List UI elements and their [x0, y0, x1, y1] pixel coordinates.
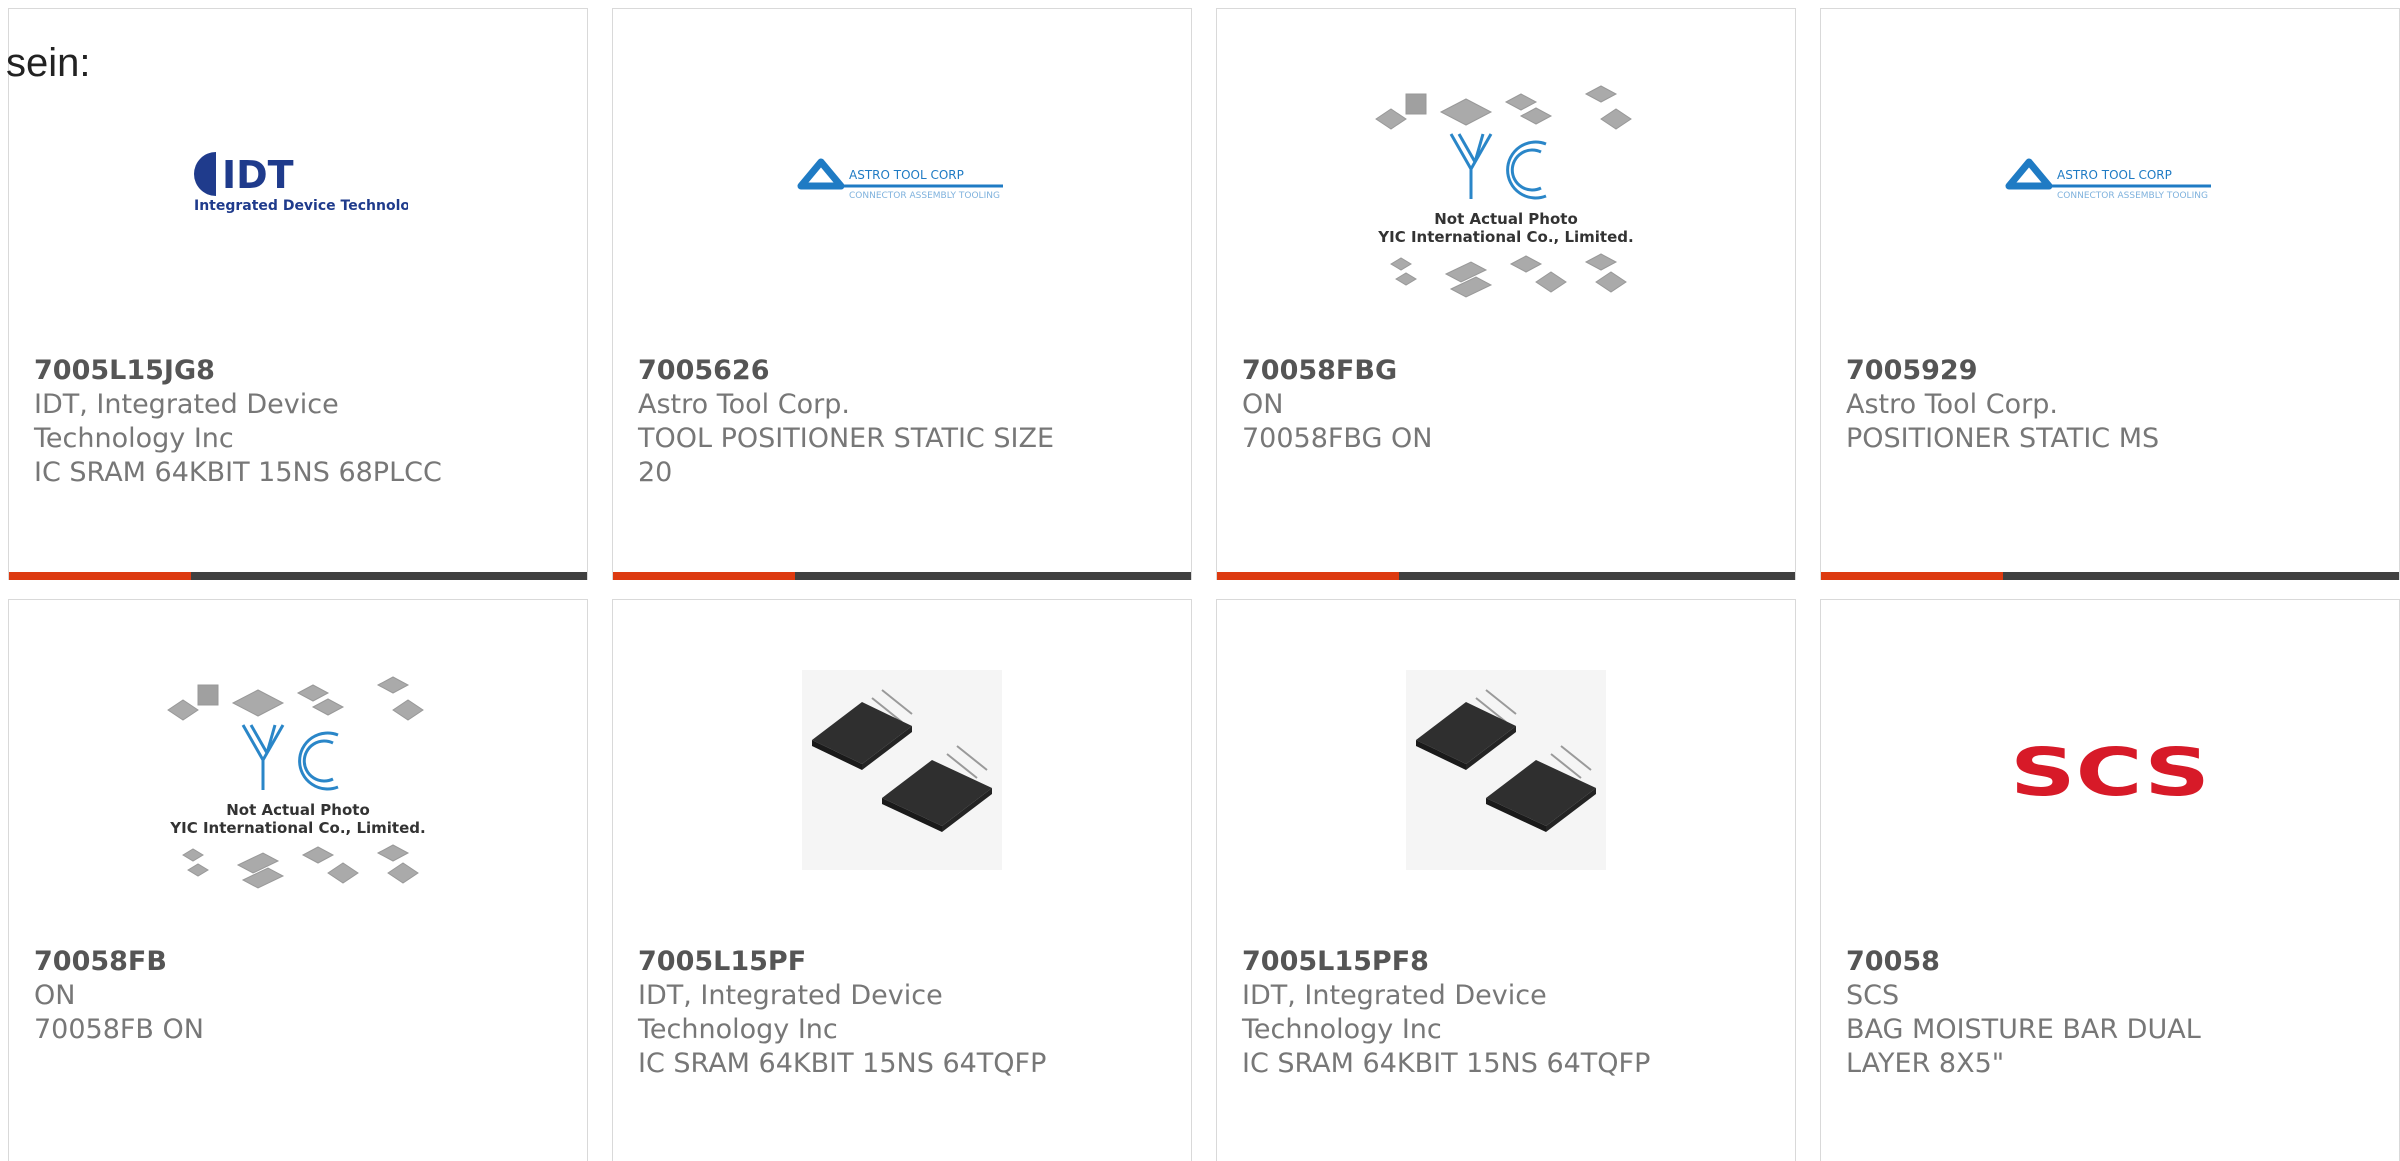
product-card[interactable]: 7005L15PF IDT, Integrated Device Technol… — [612, 599, 1192, 1161]
astro-tool-logo-icon: ASTRO TOOL CORP CONNECTOR ASSEMBLY TOOLI… — [797, 158, 1003, 201]
description: BAG MOISTURE BAR DUAL LAYER 8X5" — [1846, 1014, 2201, 1079]
yic-placeholder-icon: Not Actual Photo YIC International Co., … — [1375, 85, 1634, 298]
svg-text:CONNECTOR ASSEMBLY TOOLING: CONNECTOR ASSEMBLY TOOLING — [2057, 191, 2208, 201]
part-number[interactable]: 70058FB — [34, 945, 454, 979]
svg-text:YIC International Co., Limited: YIC International Co., Limited. — [169, 819, 425, 837]
manufacturer: SCS — [1846, 980, 1900, 1011]
svg-text:IDT: IDT — [222, 153, 294, 197]
manufacturer: IDT, Integrated Device Technology Inc — [1242, 980, 1547, 1045]
manufacturer: ON — [1242, 389, 1284, 420]
product-image — [613, 600, 1191, 940]
manufacturer: Astro Tool Corp. — [1846, 389, 2058, 420]
card-accent-bar — [9, 572, 192, 580]
part-number[interactable]: 7005L15PF — [638, 945, 1058, 979]
card-bottom-bar — [613, 572, 1191, 580]
astro-tool-logo-icon: ASTRO TOOL CORP CONNECTOR ASSEMBLY TOOLI… — [2005, 158, 2211, 201]
manufacturer: IDT, Integrated Device Technology Inc — [34, 389, 339, 454]
card-bottom-bar — [1217, 572, 1795, 580]
part-number[interactable]: 70058 — [1846, 945, 2266, 979]
svg-text:Not Actual Photo: Not Actual Photo — [1434, 210, 1578, 228]
product-card[interactable]: Not Actual Photo YIC International Co., … — [1216, 8, 1796, 580]
product-card[interactable]: ASTRO TOOL CORP CONNECTOR ASSEMBLY TOOLI… — [612, 8, 1192, 580]
product-image: ASTRO TOOL CORP CONNECTOR ASSEMBLY TOOLI… — [613, 9, 1191, 349]
card-accent-bar — [613, 572, 796, 580]
description: IC SRAM 64KBIT 15NS 68PLCC — [34, 457, 442, 488]
svg-text:CONNECTOR ASSEMBLY TOOLING: CONNECTOR ASSEMBLY TOOLING — [849, 191, 1000, 201]
card-bottom-bar — [9, 572, 587, 580]
product-grid-page: sein: IDT Integrated Device Technology 7… — [0, 0, 2400, 1161]
yic-placeholder-icon: Not Actual Photo YIC International Co., … — [167, 676, 426, 889]
manufacturer: IDT, Integrated Device Technology Inc — [638, 980, 943, 1045]
svg-text:YIC International Co., Limited: YIC International Co., Limited. — [1377, 228, 1633, 246]
manufacturer: ON — [34, 980, 76, 1011]
product-card[interactable]: Not Actual Photo YIC International Co., … — [8, 599, 588, 1161]
tqfp-chip-icon — [802, 670, 1002, 870]
description: TOOL POSITIONER STATIC SIZE 20 — [638, 423, 1055, 488]
card-accent-bar — [1217, 572, 1400, 580]
part-number[interactable]: 7005929 — [1846, 354, 2266, 388]
description: 70058FB ON — [34, 1014, 204, 1045]
product-card[interactable]: ASTRO TOOL CORP CONNECTOR ASSEMBLY TOOLI… — [1820, 8, 2400, 580]
product-card[interactable]: IDT Integrated Device Technology 7005L15… — [8, 8, 588, 580]
description: IC SRAM 64KBIT 15NS 64TQFP — [638, 1048, 1047, 1079]
card-bottom-bar — [1821, 572, 2399, 580]
product-image: ASTRO TOOL CORP CONNECTOR ASSEMBLY TOOLI… — [1821, 9, 2399, 349]
product-card[interactable]: SCS 70058 SCS BAG MOISTURE BAR DUAL LAYE… — [1820, 599, 2400, 1161]
svg-text:SCS: SCS — [2010, 735, 2210, 805]
description: POSITIONER STATIC MS — [1846, 423, 2160, 454]
description: 70058FBG ON — [1242, 423, 1433, 454]
card-accent-bar — [1821, 572, 2004, 580]
scs-logo-icon: SCS — [2010, 735, 2210, 805]
intro-text: sein: — [6, 41, 91, 85]
svg-text:ASTRO TOOL CORP: ASTRO TOOL CORP — [2057, 168, 2172, 182]
tqfp-chip-icon — [1406, 670, 1606, 870]
idt-logo-icon: IDT Integrated Device Technology — [194, 152, 408, 214]
svg-text:Not Actual Photo: Not Actual Photo — [226, 801, 370, 819]
svg-text:ASTRO TOOL CORP: ASTRO TOOL CORP — [849, 168, 964, 182]
product-image: SCS — [1821, 600, 2399, 940]
product-image: IDT Integrated Device Technology — [9, 9, 587, 349]
description: IC SRAM 64KBIT 15NS 64TQFP — [1242, 1048, 1651, 1079]
svg-text:Integrated Device Technology: Integrated Device Technology — [194, 198, 408, 214]
part-number[interactable]: 7005L15JG8 — [34, 354, 454, 388]
product-image: Not Actual Photo YIC International Co., … — [1217, 9, 1795, 349]
part-number[interactable]: 7005626 — [638, 354, 1058, 388]
manufacturer: Astro Tool Corp. — [638, 389, 850, 420]
product-card[interactable]: 7005L15PF8 IDT, Integrated Device Techno… — [1216, 599, 1796, 1161]
product-image — [1217, 600, 1795, 940]
part-number[interactable]: 70058FBG — [1242, 354, 1662, 388]
part-number[interactable]: 7005L15PF8 — [1242, 945, 1662, 979]
product-image: Not Actual Photo YIC International Co., … — [9, 600, 587, 940]
